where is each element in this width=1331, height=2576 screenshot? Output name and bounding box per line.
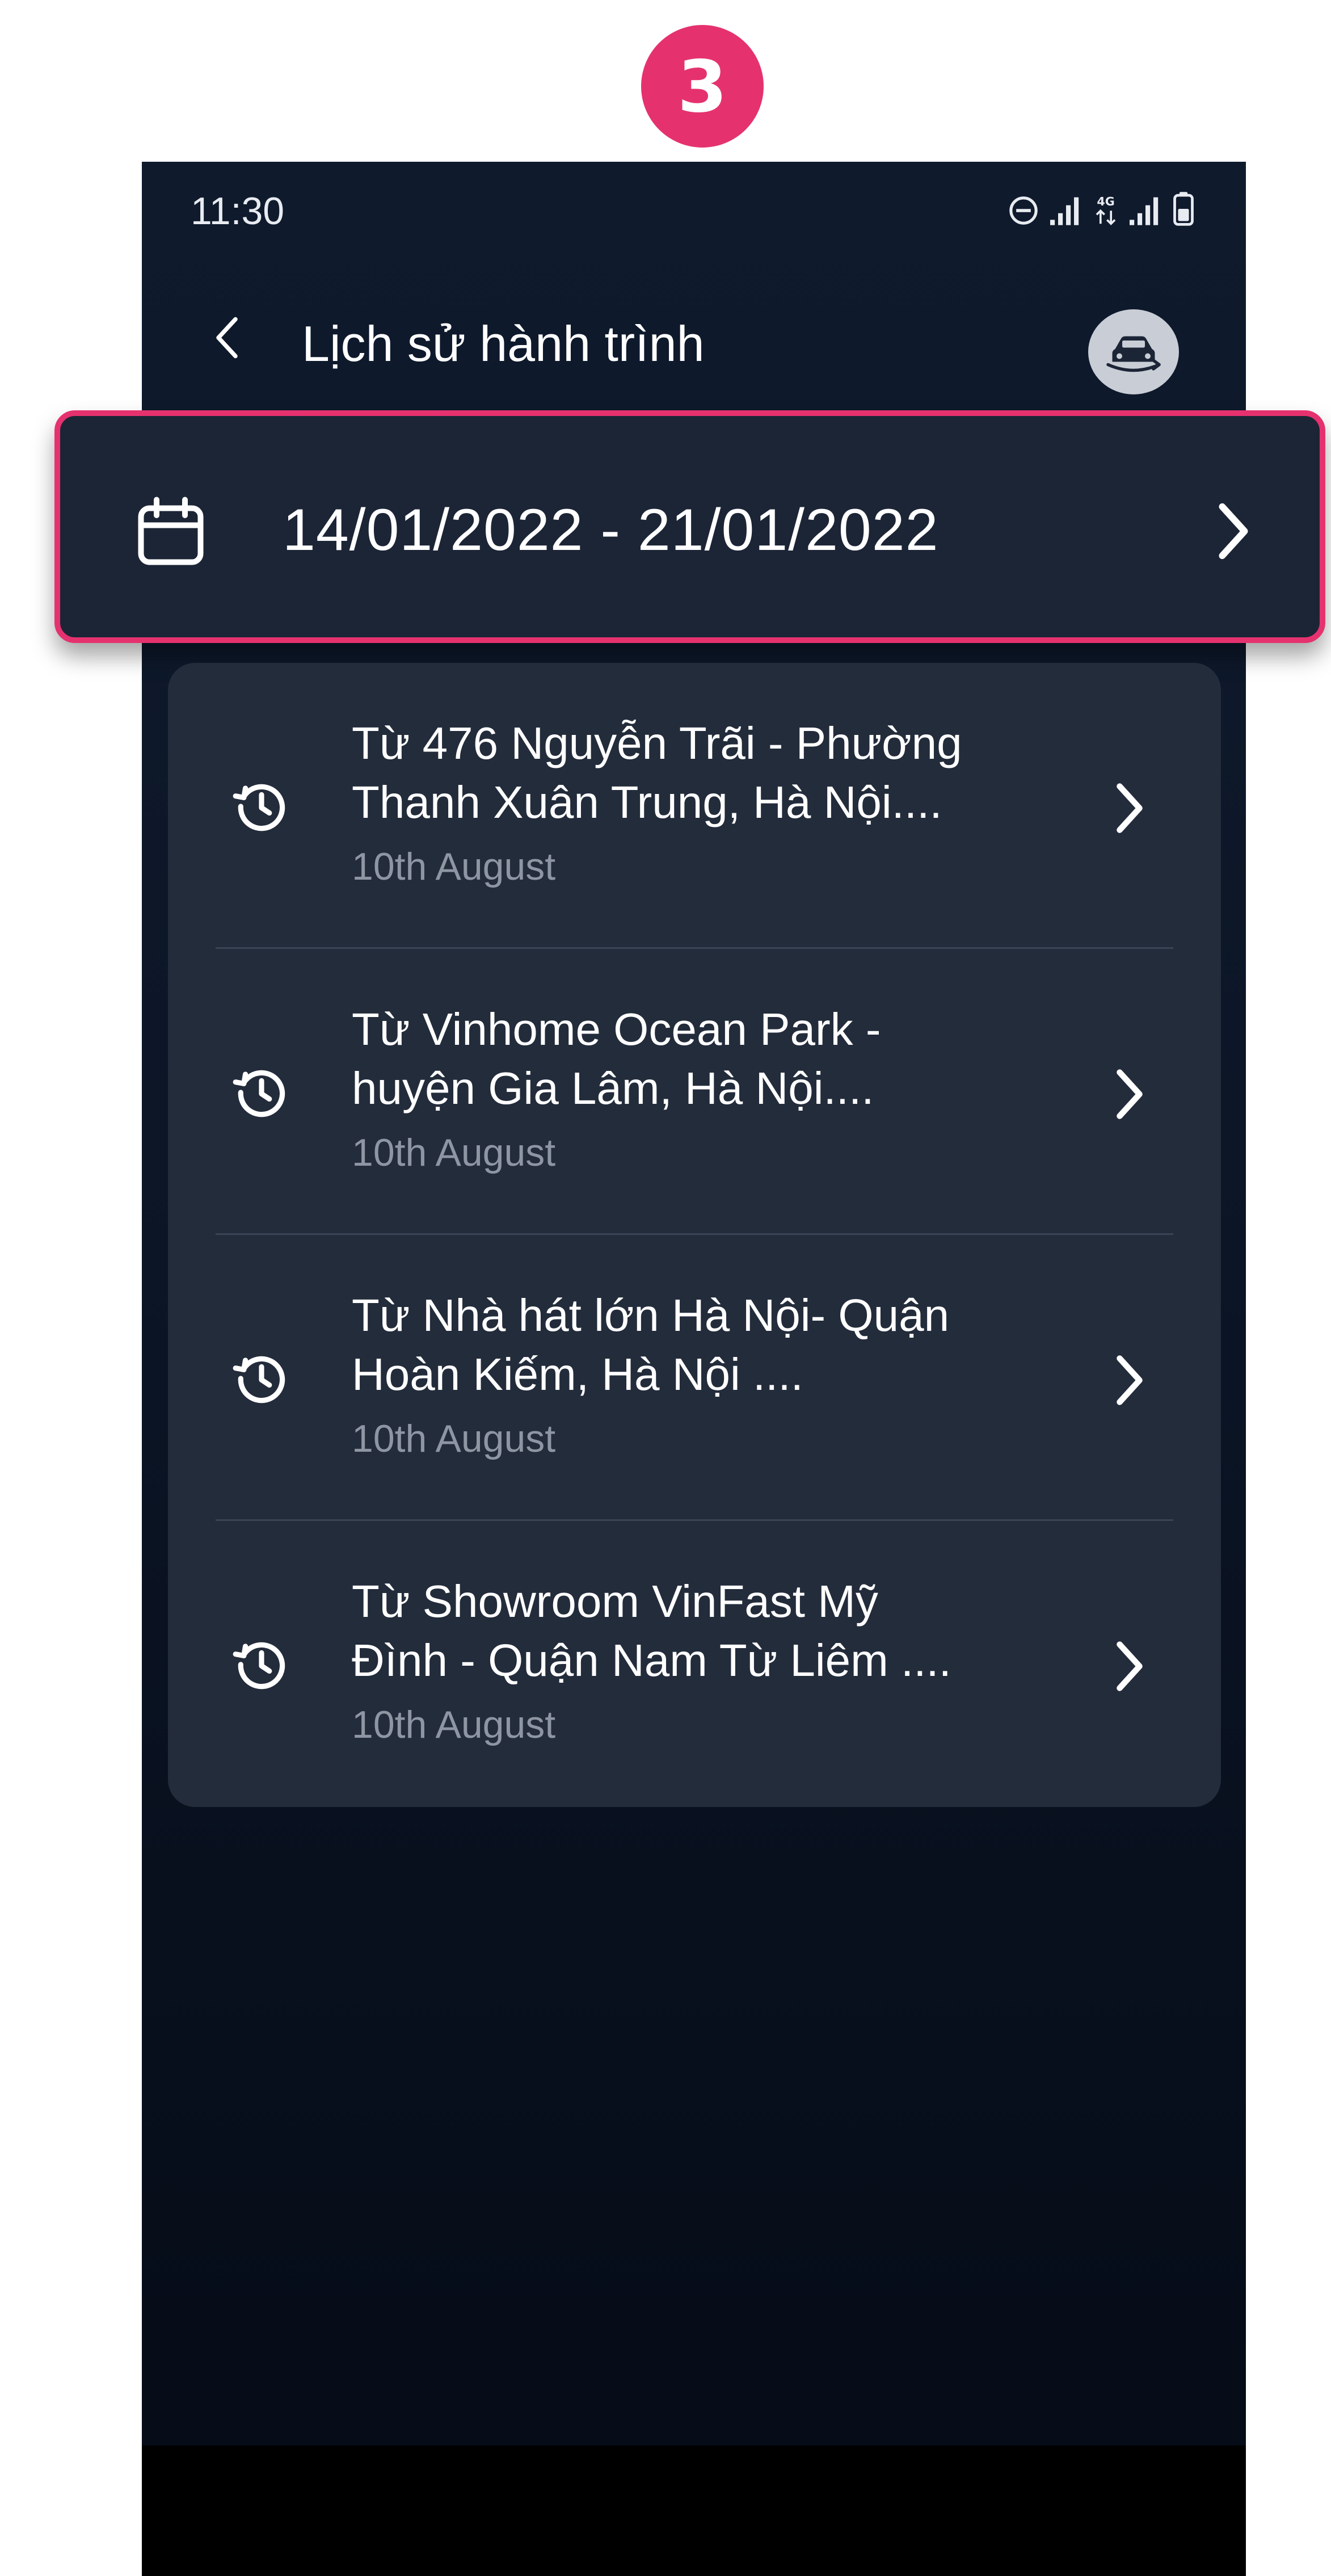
trip-title-line: Hoàn Kiếm, Hà Nội .... [352,1349,803,1400]
app-header: Lịch sử hành trình [142,287,1246,394]
trip-title: Từ Showroom VinFast Mỹ Đình - Quận Nam T… [352,1572,1055,1690]
battery-icon [1173,192,1194,226]
chevron-right-icon [1219,503,1248,560]
chevron-right-icon [1117,1069,1143,1119]
chevron-right-icon [1117,1355,1143,1405]
svg-text:4G: 4G [1097,195,1114,208]
status-icons: 4G [1008,191,1195,226]
trip-title-line: Thanh Xuân Trung, Hà Nội.... [352,777,942,827]
back-button[interactable] [204,309,250,366]
signal-icon [1130,197,1159,225]
trip-title-line: Từ Vinhome Ocean Park - [352,1004,881,1054]
trip-title-line: Đình - Quận Nam Từ Liêm .... [352,1635,951,1686]
trip-history-list: Từ 476 Nguyễn Trãi - Phường Thanh Xuân T… [168,663,1221,1807]
trip-title-line: huyện Gia Lâm, Hà Nội.... [352,1063,874,1113]
chevron-right-icon [1117,783,1143,833]
date-range-selector[interactable]: 14/01/2022 - 21/01/2022 [54,410,1325,643]
trip-title-line: Từ Nhà hát lớn Hà Nội- Quận [352,1290,950,1340]
bottom-bar [142,2445,1246,2576]
list-item[interactable]: Từ Vinhome Ocean Park - huyện Gia Lâm, H… [168,949,1221,1235]
history-icon [233,784,285,831]
signal-icon [1050,197,1079,225]
list-item[interactable]: Từ Showroom VinFast Mỹ Đình - Quận Nam T… [168,1521,1221,1807]
page-title: Lịch sử hành trình [302,316,705,372]
chevron-right-icon [1117,1641,1143,1691]
do-not-disturb-icon [1009,196,1038,225]
trip-title-line: Từ 476 Nguyễn Trãi - Phường [352,718,962,768]
trip-date: 10th August [352,1131,556,1174]
chevron-left-icon [216,317,238,359]
4g-icon: 4G [1096,195,1116,225]
calendar-icon [138,497,204,565]
date-range-text: 14/01/2022 - 21/01/2022 [283,497,939,563]
history-icon [233,1642,285,1690]
status-bar: 11:30 4G [142,162,1246,261]
car-view-button[interactable] [1088,309,1179,394]
history-icon [233,1070,285,1117]
trip-title: Từ 476 Nguyễn Trãi - Phường Thanh Xuân T… [352,714,1055,832]
trip-date: 10th August [352,1703,556,1746]
trip-date: 10th August [352,845,556,888]
trip-date: 10th August [352,1417,556,1460]
step-number-badge: 3 [641,25,764,148]
status-time: 11:30 [191,190,285,233]
list-item[interactable]: Từ 476 Nguyễn Trãi - Phường Thanh Xuân T… [168,663,1221,949]
trip-title: Từ Vinhome Ocean Park - huyện Gia Lâm, H… [352,1000,1055,1118]
trip-title-line: Từ Showroom VinFast Mỹ [352,1576,878,1627]
list-item[interactable]: Từ Nhà hát lớn Hà Nội- Quận Hoàn Kiếm, H… [168,1235,1221,1521]
history-icon [233,1356,285,1403]
car-rotate-icon [1106,336,1161,372]
trip-title: Từ Nhà hát lớn Hà Nội- Quận Hoàn Kiếm, H… [352,1286,1055,1404]
